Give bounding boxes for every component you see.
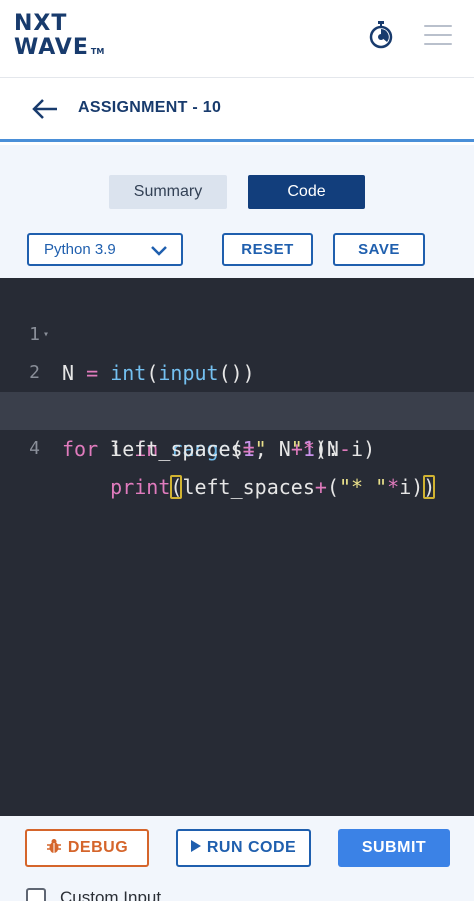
run-code-button[interactable]: RUN CODE (176, 829, 311, 867)
chevron-down-icon (151, 244, 167, 256)
top-navbar: NXT WAVE TM (0, 0, 474, 78)
logo-trademark: TM (90, 47, 105, 56)
editor-controls: Summary Code Python 3.9 RESET SAVE (0, 145, 474, 278)
reset-button[interactable]: RESET (222, 233, 313, 266)
code-token: " " (254, 437, 303, 461)
code-token: * (387, 475, 400, 499)
tab-code[interactable]: Code (248, 175, 365, 209)
code-line[interactable]: 1 N = int(input()) (0, 278, 474, 385)
logo-line-2: WAVE TM (14, 36, 104, 64)
logo-wave-text: WAVE (14, 35, 89, 60)
code-line[interactable]: 3 left_spaces=" "*(N-i) (0, 354, 474, 461)
code-token: i) (351, 437, 376, 461)
save-button[interactable]: SAVE (333, 233, 425, 266)
run-code-label: RUN CODE (206, 839, 297, 856)
code-line-content[interactable]: print(left_spaces+("* "*i)) (62, 468, 436, 506)
code-token: ) (423, 475, 436, 499)
code-token: + (314, 475, 327, 499)
nxtwave-logo[interactable]: NXT WAVE TM (14, 12, 104, 64)
action-bar: DEBUG RUN CODE SUBMIT Custom Input (0, 816, 474, 901)
code-token: "* " (338, 475, 388, 499)
code-token: print (110, 475, 171, 499)
bug-icon (46, 838, 62, 859)
code-token: (N (314, 437, 339, 461)
code-token: ( (170, 475, 183, 499)
debug-label: DEBUG (67, 839, 129, 856)
page-title: ASSIGNMENT - 10 (78, 99, 222, 116)
code-token: = (242, 437, 255, 461)
language-select[interactable]: Python 3.9 (27, 233, 183, 266)
submit-button[interactable]: SUBMIT (338, 829, 450, 867)
play-icon (190, 839, 201, 857)
custom-input-label: Custom Input (60, 888, 162, 901)
assignment-header: ASSIGNMENT - 10 (0, 78, 474, 142)
code-token: - (338, 437, 352, 461)
code-line-content[interactable]: left_spaces=" "*(N-i) (62, 430, 375, 468)
stopwatch-icon[interactable] (368, 20, 394, 50)
code-line-active[interactable]: 4 print(left_spaces+("* "*i)) (0, 392, 474, 499)
arrow-left-icon[interactable] (30, 96, 60, 122)
hamburger-menu-icon[interactable] (424, 25, 452, 45)
fold-arrow-icon[interactable]: ▾ (43, 316, 49, 354)
line-number: 4 (29, 438, 40, 459)
code-token: * (302, 437, 315, 461)
custom-input-checkbox[interactable] (26, 888, 46, 901)
tab-summary[interactable]: Summary (109, 175, 227, 209)
code-editor[interactable]: 1 N = int(input()) 2 ▾ for i in range(1,… (0, 278, 474, 816)
code-line[interactable]: 2 ▾ for i in range(1, N+1): (0, 316, 474, 461)
code-token: left_spaces (182, 475, 315, 499)
code-token: left_spaces (62, 437, 243, 461)
custom-input-toggle[interactable]: Custom Input (26, 888, 161, 901)
debug-button[interactable]: DEBUG (25, 829, 149, 867)
logo-line-1: NXT (14, 11, 68, 36)
language-select-value: Python 3.9 (44, 241, 116, 258)
code-token: i) (399, 475, 424, 499)
code-token: ( (326, 475, 339, 499)
